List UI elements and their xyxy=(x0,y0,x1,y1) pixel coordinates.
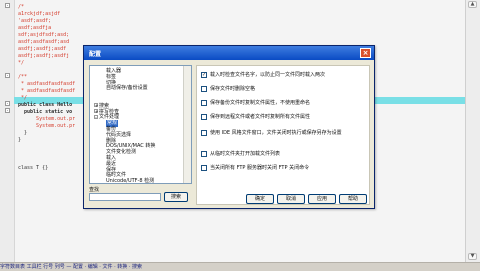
option-label: 保存文件时删除空格 xyxy=(210,86,256,92)
dialog-title: 配置 xyxy=(89,51,102,58)
apply-button[interactable]: 应用 xyxy=(308,194,336,204)
option-label: 保存备份文件时复制文件属性，不使用重命名 xyxy=(210,100,311,106)
code-line[interactable]: asdfj;asdfj;asdf xyxy=(18,46,66,53)
code-line[interactable]: public static vo xyxy=(18,109,72,116)
fold-toggle-icon[interactable]: - xyxy=(5,3,10,8)
close-icon[interactable]: × xyxy=(360,48,371,58)
code-line[interactable]: asdf;asdfja xyxy=(18,25,51,32)
scroll-down-icon[interactable]: ▼ xyxy=(468,253,477,260)
option-row[interactable]: 从临时文件夹打开加载文件列表 xyxy=(201,150,280,157)
cancel-button[interactable]: 取消 xyxy=(277,194,305,204)
code-line[interactable]: /* xyxy=(18,4,24,11)
code-line[interactable]: asdf;asdfasdf;asd xyxy=(18,39,69,46)
option-label: 使用 IDE 风格文件窗口，文件关闭时执行或保存另存为设置 xyxy=(210,130,342,136)
code-line[interactable]: * asdfasdfasdfasdf xyxy=(18,81,75,88)
code-line[interactable]: */ xyxy=(18,95,27,102)
scroll-up-icon[interactable]: ▲ xyxy=(468,1,477,8)
option-row[interactable]: 保存文件时删除空格 xyxy=(201,85,255,92)
code-line[interactable]: System.out.pr xyxy=(18,116,75,123)
status-text: 字符数目表 工具栏 行号 列号 — 配置 · 编辑 · 文件 · 转换 · 搜索 xyxy=(0,264,143,270)
option-row[interactable]: 使用 IDE 风格文件窗口，文件关闭时执行或保存另存为设置 xyxy=(201,129,342,136)
collapse-icon[interactable]: - xyxy=(94,114,98,119)
checkbox[interactable] xyxy=(201,129,207,136)
code-line[interactable]: /** xyxy=(18,74,27,81)
code-line[interactable]: } xyxy=(18,130,27,137)
option-label: 当关闭所有 FTP 服务器时关闭 FTP 关闭命令 xyxy=(210,165,310,171)
tree-item[interactable]: 自动保存/备份设置 xyxy=(106,85,148,92)
expand-icon[interactable]: + xyxy=(94,109,98,114)
fold-toggle-icon[interactable]: - xyxy=(5,73,10,78)
editor-gutter: - - - - xyxy=(0,0,15,262)
option-row[interactable]: 保存到远程文件或者文件时复制所有文件属性 xyxy=(201,113,310,120)
code-line[interactable]: System.out.pr xyxy=(18,123,75,130)
dialog-titlebar[interactable]: 配置 × xyxy=(84,46,374,60)
checkbox[interactable] xyxy=(201,164,207,171)
code-line[interactable]: } xyxy=(18,137,21,144)
checkbox-checked[interactable]: ✓ xyxy=(201,71,207,78)
option-label: 载入时检查文件名字，以防止同一文件同时载入两次 xyxy=(210,72,326,78)
tree-scrollbar[interactable] xyxy=(183,66,191,183)
option-label: 保存到远程文件或者文件时复制所有文件属性 xyxy=(210,114,311,120)
find-label: 查找 xyxy=(89,187,100,193)
option-row[interactable]: ✓ 载入时检查文件名字，以防止同一文件同时载入两次 xyxy=(201,71,325,78)
find-input[interactable] xyxy=(89,193,161,201)
fold-toggle-icon[interactable]: - xyxy=(5,108,10,113)
code-line[interactable]: */ xyxy=(18,60,24,67)
expand-icon[interactable]: + xyxy=(94,103,98,108)
tree-item-label: 自动保存/备份设置 xyxy=(106,85,148,92)
checkbox[interactable] xyxy=(201,99,207,106)
help-button[interactable]: 帮助 xyxy=(339,194,367,204)
checkbox[interactable] xyxy=(201,113,207,120)
fold-toggle-icon[interactable]: - xyxy=(5,101,10,106)
code-line[interactable]: * asdfasdfasdfasdf xyxy=(18,88,75,95)
tree-item[interactable]: Unicode/UTF-8 检测 xyxy=(106,178,155,184)
checkbox[interactable] xyxy=(201,85,207,92)
options-panel: ✓ 载入时检查文件名字，以防止同一文件同时载入两次 保存文件时删除空格 保存备份文件时… xyxy=(196,65,370,205)
vertical-scrollbar[interactable]: ▲ ▼ xyxy=(465,0,480,262)
code-line[interactable]: a1rckjdf;asjdf xyxy=(18,11,60,18)
tree-item-label: Unicode/UTF-8 检测 xyxy=(106,178,155,184)
code-line[interactable]: asdfj;asdfj;asdfj xyxy=(18,53,69,60)
code-line[interactable]: class T {} xyxy=(18,165,48,172)
ok-button[interactable]: 确定 xyxy=(246,194,274,204)
code-line[interactable]: public class Hello xyxy=(18,102,72,109)
code-line[interactable]: sdf;asjdfsdf;asd; xyxy=(18,32,69,39)
checkbox[interactable] xyxy=(201,150,207,157)
settings-dialog: 配置 × 载入器 标签 切换 自动保存/备份设置 +搜索 +拼写检查 - 文件处理 常规 备份 代码… xyxy=(83,45,375,209)
option-row[interactable]: 当关闭所有 FTP 服务器时关闭 FTP 关闭命令 xyxy=(201,164,309,171)
settings-tree[interactable]: 载入器 标签 切换 自动保存/备份设置 +搜索 +拼写检查 - 文件处理 常规 备份 代码页选择 删除… xyxy=(89,65,192,184)
option-row[interactable]: 保存备份文件时复制文件属性，不使用重命名 xyxy=(201,99,310,106)
search-button[interactable]: 搜索 xyxy=(164,192,188,202)
option-label: 从临时文件夹打开加载文件列表 xyxy=(210,151,281,157)
code-line[interactable]: 'asdf;asdf; xyxy=(18,18,51,25)
